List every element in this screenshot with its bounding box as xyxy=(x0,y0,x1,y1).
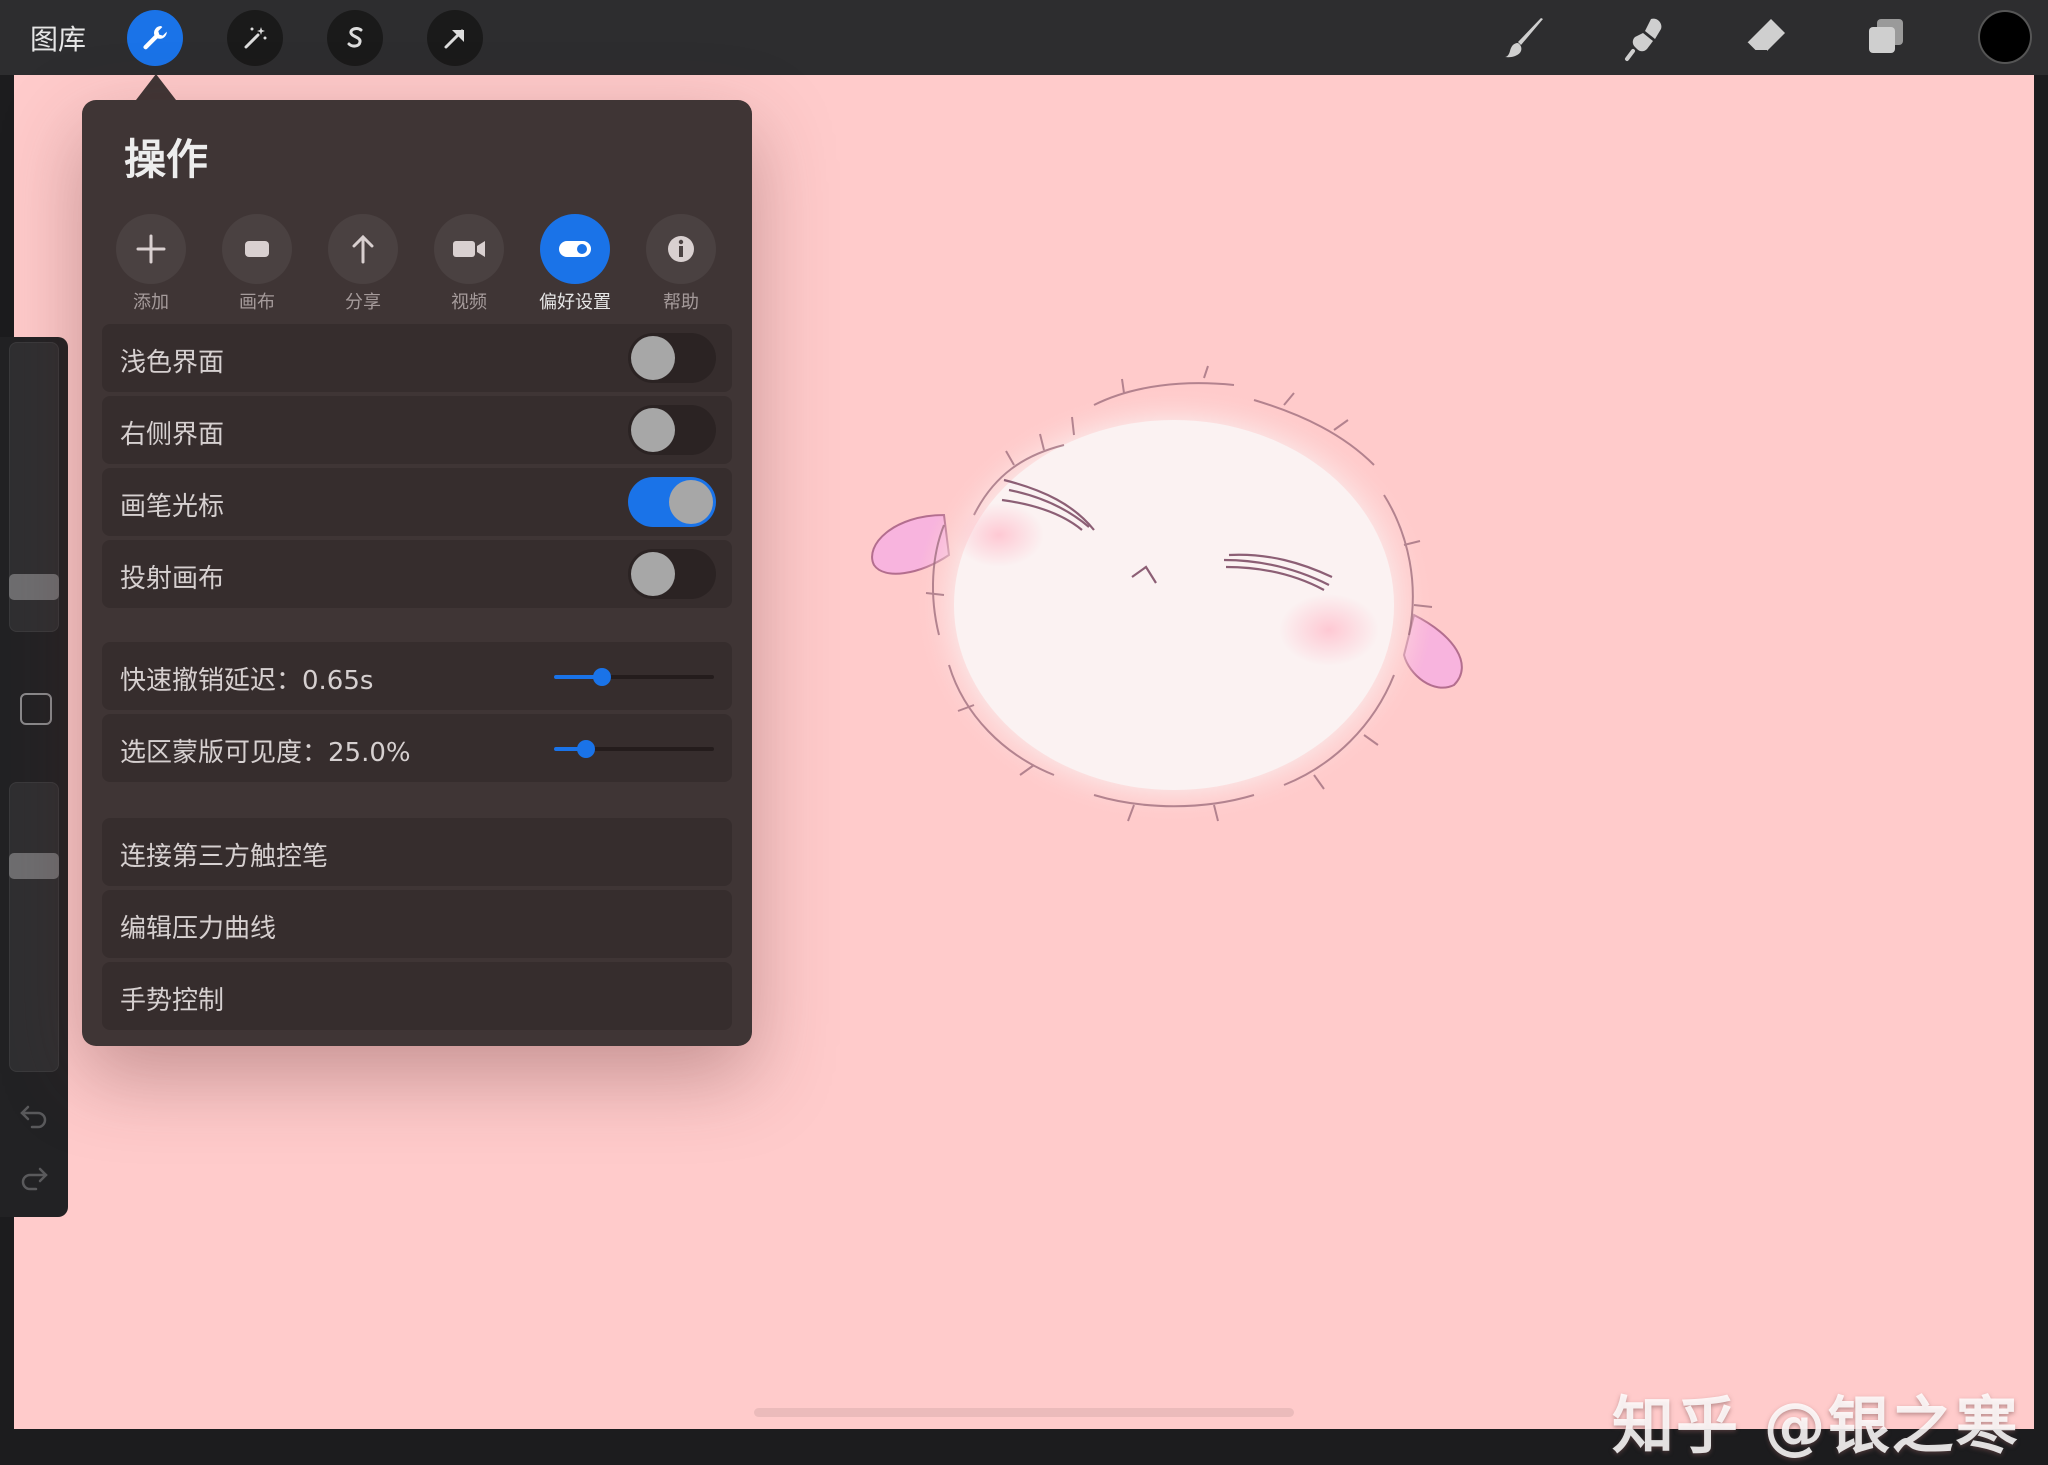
info-icon xyxy=(668,236,694,262)
pref-row-right-interface: 右侧界面 xyxy=(102,396,732,464)
selection-button[interactable] xyxy=(327,10,383,66)
adjustments-button[interactable] xyxy=(227,10,283,66)
eraser-tool[interactable] xyxy=(1740,12,1792,64)
canvas-icon xyxy=(245,241,269,257)
tab-label: 分享 xyxy=(345,292,381,313)
pref-row-light-interface: 浅色界面 xyxy=(102,324,732,392)
quickundo-delay-slider[interactable] xyxy=(554,668,714,686)
actions-panel: 操作 添加 画布 分享 视频 偏好设置 帮助 浅色界面 右侧界面 画笔光标 投射… xyxy=(82,100,752,1046)
magic-wand-icon xyxy=(244,27,267,49)
pref-label: 画笔光标 xyxy=(120,492,225,522)
tab-label: 画布 xyxy=(239,292,275,313)
tab-label: 添加 xyxy=(133,292,169,313)
pref-label: 投射画布 xyxy=(120,564,225,594)
top-toolbar: 图库 xyxy=(0,0,2048,75)
project-canvas-toggle[interactable] xyxy=(628,549,716,599)
color-swatch[interactable] xyxy=(1980,12,2030,62)
tab-label: 帮助 xyxy=(663,292,699,313)
edit-pressure-curve-item[interactable]: 编辑压力曲线 xyxy=(102,890,732,958)
panel-title: 操作 xyxy=(124,135,209,184)
tab-label: 视频 xyxy=(451,292,487,313)
tab-label: 偏好设置 xyxy=(539,292,611,313)
tab-add[interactable]: 添加 xyxy=(101,214,201,314)
pref-label: 快速撤销延迟：0.65s xyxy=(120,666,374,696)
pref-label: 选区蒙版可见度：25.0% xyxy=(120,738,411,768)
pref-row-project-canvas: 投射画布 xyxy=(102,540,732,608)
smudge-tool[interactable] xyxy=(1620,12,1672,64)
eyedropper-modify-button[interactable] xyxy=(20,693,52,725)
menu-item-label: 编辑压力曲线 xyxy=(120,914,277,944)
tab-help[interactable]: 帮助 xyxy=(631,214,731,314)
transform-button[interactable] xyxy=(427,10,483,66)
menu-item-label: 连接第三方触控笔 xyxy=(120,842,329,872)
video-camera-icon xyxy=(453,241,485,257)
pref-row-selection-mask: 选区蒙版可见度：25.0% xyxy=(102,714,732,782)
brush-tool[interactable] xyxy=(1500,12,1552,64)
brush-icon xyxy=(1505,18,1543,58)
wrench-icon xyxy=(143,26,167,50)
brush-size-thumb[interactable] xyxy=(9,574,59,601)
pref-row-brush-cursor: 画笔光标 xyxy=(102,468,732,536)
right-interface-toggle[interactable] xyxy=(628,405,716,455)
tab-preferences[interactable]: 偏好设置 xyxy=(525,214,625,314)
popover-arrow xyxy=(136,74,176,100)
smudge-icon xyxy=(1625,18,1662,61)
undo-icon[interactable] xyxy=(18,1097,50,1129)
share-arrow-icon xyxy=(352,234,374,264)
connect-stylus-item[interactable]: 连接第三方触控笔 xyxy=(102,818,732,886)
pref-row-quickundo-delay: 快速撤销延迟：0.65s xyxy=(102,642,732,710)
side-toolbar xyxy=(0,337,68,1217)
tab-video[interactable]: 视频 xyxy=(419,214,519,314)
brush-opacity-thumb[interactable] xyxy=(9,853,59,880)
plus-icon xyxy=(136,234,166,264)
home-indicator xyxy=(754,1408,1294,1417)
toggle-icon xyxy=(559,241,591,257)
eraser-icon xyxy=(1746,19,1785,52)
adjust-s-icon xyxy=(347,27,363,48)
layers-icon xyxy=(1869,19,1903,53)
pref-label: 浅色界面 xyxy=(120,348,225,378)
pref-label: 右侧界面 xyxy=(120,420,225,450)
transform-arrow-icon xyxy=(444,29,464,49)
brush-opacity-slider[interactable] xyxy=(9,782,59,1072)
menu-item-label: 手势控制 xyxy=(120,986,225,1016)
light-interface-toggle[interactable] xyxy=(628,333,716,383)
redo-icon[interactable] xyxy=(18,1165,50,1197)
tab-share[interactable]: 分享 xyxy=(313,214,413,314)
actions-wrench-button[interactable] xyxy=(127,10,183,66)
selection-mask-slider[interactable] xyxy=(554,740,714,758)
gallery-button[interactable]: 图库 xyxy=(30,18,86,58)
brush-cursor-toggle[interactable] xyxy=(628,477,716,527)
layers-tool[interactable] xyxy=(1860,12,1912,64)
watermark-text: 知乎 @银之寒 xyxy=(1612,1389,2020,1462)
gesture-controls-item[interactable]: 手势控制 xyxy=(102,962,732,1030)
tab-canvas[interactable]: 画布 xyxy=(207,214,307,314)
